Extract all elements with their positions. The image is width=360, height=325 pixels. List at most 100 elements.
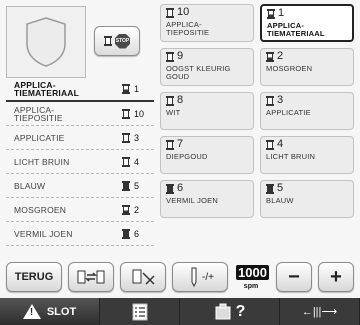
color-order-row: APPLICATIE 3 xyxy=(6,126,154,150)
spool-cell[interactable]: 5 BLAUW xyxy=(260,180,354,218)
color-order-row: MOSGROEN 2 xyxy=(6,198,154,222)
warning-icon: ! xyxy=(22,304,41,319)
color-order-row-current: APPLICA- TIEMATERIAAL 1 xyxy=(6,78,154,102)
spool-number-value: 4 xyxy=(277,138,284,150)
spool-number-value: 3 xyxy=(134,132,140,143)
spool-number-value: 9 xyxy=(177,50,184,62)
help-icon: ? xyxy=(235,302,246,320)
settings-sheet-button[interactable] xyxy=(100,298,180,325)
spool-icon xyxy=(166,95,174,106)
spool-header: 10 xyxy=(166,7,248,18)
color-order-list: APPLICA- TIEMATERIAAL 1 APPLICA- TIEPOSITI… xyxy=(6,78,154,246)
spool-number: 1 xyxy=(122,84,150,94)
color-name: BLAUW xyxy=(14,180,46,191)
spool-number-value: 5 xyxy=(277,182,284,194)
navigation-button[interactable]: ←|||⟶ xyxy=(280,298,360,325)
spool-cell[interactable]: 8 WIT xyxy=(160,92,254,130)
taskbar: ! SLOT ? ←|||⟶ xyxy=(0,298,360,325)
thread-cut-icon xyxy=(132,269,155,285)
pattern-preview xyxy=(6,6,86,78)
speed-decrease-button[interactable]: − xyxy=(276,262,312,292)
lock-button[interactable]: ! SLOT xyxy=(0,298,100,325)
checklist-icon xyxy=(132,303,147,320)
spool-icon xyxy=(122,156,130,167)
swap-color-icon xyxy=(77,270,105,284)
spool-number-value: 5 xyxy=(134,180,140,191)
spool-color-name: MOSGROEN xyxy=(266,64,313,73)
spool-number-value: 7 xyxy=(177,138,184,150)
spool-color-name: APPLICA- TIEPOSITIE xyxy=(166,20,210,37)
spool-cell[interactable]: 7 DIEPGOUD xyxy=(160,136,254,174)
spool-number-value: 6 xyxy=(177,182,184,194)
speed-increase-button[interactable]: + xyxy=(318,262,354,292)
spool-number: 2 xyxy=(122,204,150,215)
spool-color-name: LICHT BRUIN xyxy=(266,152,316,161)
speed-value: 1000 xyxy=(236,265,269,280)
spool-icon xyxy=(266,139,274,150)
speed-unit: spm xyxy=(243,283,259,290)
spool-icon xyxy=(166,139,174,150)
shield-icon xyxy=(26,17,66,67)
spool-icon xyxy=(266,183,274,194)
color-order-row: APPLICA- TIEPOSITIE 10 xyxy=(6,102,154,126)
spool-icon xyxy=(266,95,274,106)
spool-header: 6 xyxy=(166,183,248,194)
spool-cell[interactable]: 9 OOGST KLEURIG GOUD xyxy=(160,48,254,86)
spool-header: 9 xyxy=(166,51,248,62)
control-bar: TERUG -/+ 1000 spm − + xyxy=(6,262,356,294)
spool-cell[interactable]: 6 VERMIL JOEN xyxy=(160,180,254,218)
spool-number-value: 2 xyxy=(134,204,140,215)
spool-number-value: 1 xyxy=(134,84,140,94)
needle-adjust-button[interactable]: -/+ xyxy=(172,262,228,292)
help-button[interactable]: ? xyxy=(180,298,280,325)
spool-number-value: 3 xyxy=(277,94,284,106)
spool-icon xyxy=(166,183,174,194)
color-name: APPLICA- TIEPOSITIE xyxy=(14,104,63,123)
spool-color-name: OOGST KLEURIG GOUD xyxy=(166,64,231,81)
help-machine-icon xyxy=(215,303,231,319)
spool-color-name: BLAUW xyxy=(266,196,294,205)
spool-icon xyxy=(122,84,130,94)
spool-cell[interactable]: 2 MOSGROEN xyxy=(260,48,354,86)
swap-color-button[interactable] xyxy=(68,262,114,292)
spool-cell[interactable]: 4 LICHT BRUIN xyxy=(260,136,354,174)
spool-cell-selected[interactable]: 1 APPLICA- TIEMATERIAAL xyxy=(260,4,354,42)
spool-number-value: 10 xyxy=(177,6,190,18)
spool-color-name: WIT xyxy=(166,108,181,117)
thread-cut-button[interactable] xyxy=(120,262,166,292)
spool-number: 6 xyxy=(122,228,150,239)
spool-icon xyxy=(267,8,275,19)
spool-icon xyxy=(122,108,130,119)
spool-number-value: 4 xyxy=(134,156,140,167)
color-name: APPLICA- TIEMATERIAAL xyxy=(14,80,80,98)
spool-header: 3 xyxy=(266,95,348,106)
color-order-row: BLAUW 5 xyxy=(6,174,154,198)
spool-icon xyxy=(266,51,274,62)
spool-color-name: VERMIL JOEN xyxy=(166,196,218,205)
needle-adjust-icon xyxy=(191,267,197,288)
spool-number: 3 xyxy=(122,132,150,143)
spool-icon xyxy=(122,180,130,191)
sewing-speed-display: 1000 spm xyxy=(236,264,269,290)
spool-number: 4 xyxy=(122,156,150,167)
spool-color-name: DIEPGOUD xyxy=(166,152,208,161)
stop-set-button[interactable]: STOP xyxy=(94,26,140,56)
color-order-row: VERMIL JOEN 6 xyxy=(6,222,154,246)
spool-cell[interactable]: 10 APPLICA- TIEPOSITIE xyxy=(160,4,254,42)
spool-header: 5 xyxy=(266,183,348,194)
spool-header: 4 xyxy=(266,139,348,150)
color-order-row: LICHT BRUIN 4 xyxy=(6,150,154,174)
spool-number-value: 1 xyxy=(278,7,285,19)
embroidery-machine-screen: STOP APPLICA- TIEMATERIAAL 1 APPLICA- TIEP… xyxy=(0,0,360,325)
spool-number-value: 10 xyxy=(134,108,145,119)
navigation-icon: ←|||⟶ xyxy=(301,306,338,318)
spool-icon xyxy=(122,204,130,215)
back-button[interactable]: TERUG xyxy=(6,262,62,292)
color-name: APPLICATIE xyxy=(14,132,65,143)
spool-cell[interactable]: 3 APPLICATIE xyxy=(260,92,354,130)
spool-header: 7 xyxy=(166,139,248,150)
spool-number-value: 8 xyxy=(177,94,184,106)
spool-icon xyxy=(122,228,130,239)
stop-icon: STOP xyxy=(115,33,130,49)
spool-number-value: 2 xyxy=(277,50,284,62)
